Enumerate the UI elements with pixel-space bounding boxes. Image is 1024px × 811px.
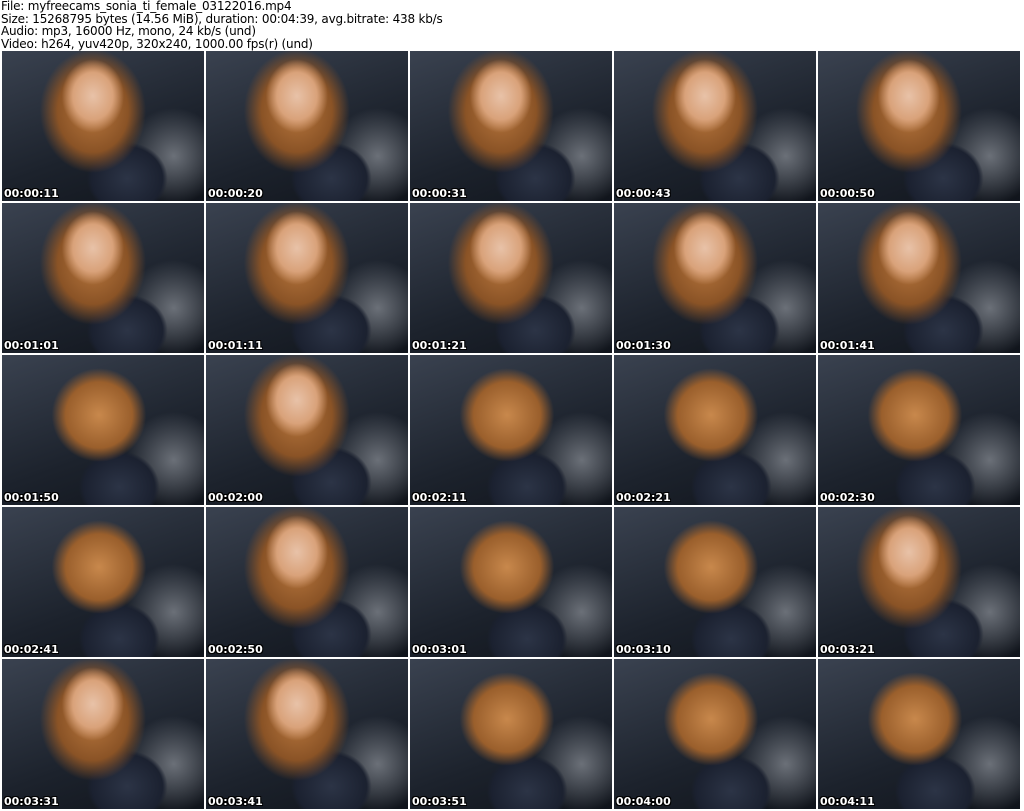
audio-info: Audio: mp3, 16000 Hz, mono, 24 kb/s (und… — [1, 24, 256, 38]
video-frame-thumbnail: 00:03:41 — [206, 659, 408, 809]
frame-timestamp: 00:02:11 — [412, 491, 467, 504]
video-frame-thumbnail: 00:01:11 — [206, 203, 408, 353]
frame-timestamp: 00:03:21 — [820, 643, 875, 656]
video-frame-thumbnail: 00:00:11 — [2, 51, 204, 201]
video-frame-thumbnail: 00:04:11 — [818, 659, 1020, 809]
frame-timestamp: 00:04:00 — [616, 795, 671, 808]
video-frame-thumbnail: 00:02:30 — [818, 355, 1020, 505]
frame-timestamp: 00:00:31 — [412, 187, 467, 200]
video-frame-thumbnail: 00:02:41 — [2, 507, 204, 657]
video-frame-thumbnail: 00:00:50 — [818, 51, 1020, 201]
file-name: File: myfreecams_sonia_ti_female_0312201… — [1, 0, 292, 13]
frame-timestamp: 00:03:10 — [616, 643, 671, 656]
video-frame-thumbnail: 00:01:21 — [410, 203, 612, 353]
video-frame-thumbnail: 00:00:20 — [206, 51, 408, 201]
frame-timestamp: 00:04:11 — [820, 795, 875, 808]
video-frame-thumbnail: 00:01:50 — [2, 355, 204, 505]
video-frame-thumbnail: 00:04:00 — [614, 659, 816, 809]
video-frame-thumbnail: 00:02:11 — [410, 355, 612, 505]
frame-timestamp: 00:01:50 — [4, 491, 59, 504]
frame-timestamp: 00:01:01 — [4, 339, 59, 352]
file-info-header: File: myfreecams_sonia_ti_female_0312201… — [1, 0, 443, 50]
video-frame-thumbnail: 00:02:00 — [206, 355, 408, 505]
video-frame-thumbnail: 00:03:31 — [2, 659, 204, 809]
video-frame-thumbnail: 00:03:10 — [614, 507, 816, 657]
thumbnail-grid: 00:00:11 00:00:20 00:00:31 00:00:43 00:00:50… — [2, 51, 1020, 809]
frame-timestamp: 00:03:01 — [412, 643, 467, 656]
frame-timestamp: 00:00:11 — [4, 187, 59, 200]
video-frame-thumbnail: 00:02:21 — [614, 355, 816, 505]
frame-timestamp: 00:00:43 — [616, 187, 671, 200]
frame-timestamp: 00:01:21 — [412, 339, 467, 352]
video-frame-thumbnail: 00:03:21 — [818, 507, 1020, 657]
frame-timestamp: 00:01:41 — [820, 339, 875, 352]
video-frame-thumbnail: 00:01:30 — [614, 203, 816, 353]
frame-timestamp: 00:02:50 — [208, 643, 263, 656]
frame-timestamp: 00:01:11 — [208, 339, 263, 352]
video-frame-thumbnail: 00:03:51 — [410, 659, 612, 809]
video-frame-thumbnail: 00:01:01 — [2, 203, 204, 353]
frame-timestamp: 00:03:41 — [208, 795, 263, 808]
frame-timestamp: 00:02:21 — [616, 491, 671, 504]
frame-timestamp: 00:02:41 — [4, 643, 59, 656]
video-frame-thumbnail: 00:02:50 — [206, 507, 408, 657]
frame-timestamp: 00:00:20 — [208, 187, 263, 200]
video-info: Video: h264, yuv420p, 320x240, 1000.00 f… — [1, 36, 313, 51]
video-frame-thumbnail: 00:00:43 — [614, 51, 816, 201]
video-frame-thumbnail: 00:03:01 — [410, 507, 612, 657]
frame-timestamp: 00:02:00 — [208, 491, 263, 504]
video-frame-thumbnail: 00:01:41 — [818, 203, 1020, 353]
video-frame-thumbnail: 00:00:31 — [410, 51, 612, 201]
frame-timestamp: 00:01:30 — [616, 339, 671, 352]
frame-timestamp: 00:03:51 — [412, 795, 467, 808]
frame-timestamp: 00:02:30 — [820, 491, 875, 504]
frame-timestamp: 00:03:31 — [4, 795, 59, 808]
frame-timestamp: 00:00:50 — [820, 187, 875, 200]
